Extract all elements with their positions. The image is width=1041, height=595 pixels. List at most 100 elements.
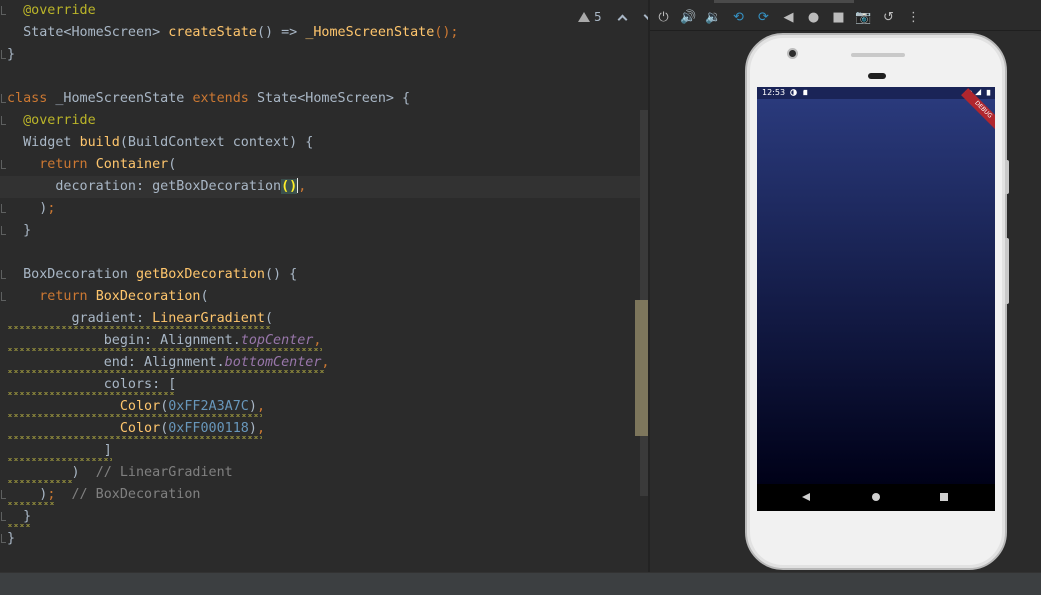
code-token: Color xyxy=(7,421,161,436)
code-line[interactable]: @override xyxy=(0,0,640,22)
fold-marker[interactable] xyxy=(1,226,6,235)
code-token: ; xyxy=(47,487,72,502)
code-line[interactable]: } xyxy=(0,506,640,528)
code-token: (); xyxy=(434,25,459,40)
code-line[interactable]: return Container( xyxy=(0,154,640,176)
code-token: BoxDecoration xyxy=(7,267,136,282)
fold-marker[interactable] xyxy=(1,50,6,59)
code-token: } xyxy=(7,509,32,524)
code-text: } xyxy=(7,220,31,242)
editor-scroll-thumb[interactable] xyxy=(635,300,648,436)
warning-icon xyxy=(578,12,590,22)
code-line[interactable]: Color(0xFF2A3A7C), xyxy=(0,396,640,418)
code-line[interactable]: ) // LinearGradient xyxy=(0,462,640,484)
code-token: bottomCenter xyxy=(224,355,322,370)
active-tab-indicator xyxy=(714,0,854,3)
screenshot-icon[interactable]: 📷 xyxy=(854,7,873,27)
code-editor[interactable]: @override State<HomeScreen> createState(… xyxy=(0,0,648,572)
code-token: ] xyxy=(7,443,112,458)
code-text: decoration: getBoxDecoration(), xyxy=(7,176,306,198)
code-text: @override xyxy=(7,0,96,22)
code-token: Container xyxy=(95,157,169,172)
nav-back-icon[interactable] xyxy=(802,493,810,501)
code-line[interactable]: colors: [ xyxy=(0,374,640,396)
volume-down-icon[interactable]: 🔉 xyxy=(704,7,723,27)
phone-frame: 12:53 DEBUG xyxy=(745,33,1007,570)
front-camera xyxy=(787,48,798,59)
code-line[interactable]: } xyxy=(0,528,640,550)
signal-icon xyxy=(975,89,982,96)
code-token: class xyxy=(7,91,56,106)
lint-underline xyxy=(7,524,30,527)
emulator-tab-strip xyxy=(650,0,1041,4)
rotate-left-icon[interactable]: ⟲ xyxy=(729,7,748,27)
fold-marker[interactable] xyxy=(1,292,6,301)
code-line[interactable]: Widget build(BuildContext context) { xyxy=(0,132,640,154)
code-token: , xyxy=(256,399,265,414)
code-text: @override xyxy=(7,110,96,132)
lint-underline xyxy=(7,502,55,505)
code-line[interactable] xyxy=(0,242,640,264)
phone-speaker xyxy=(851,53,905,57)
fold-marker[interactable] xyxy=(1,204,6,213)
code-token: } xyxy=(7,223,32,238)
code-line[interactable]: end: Alignment.bottomCenter, xyxy=(0,352,640,374)
code-line[interactable]: Color(0xFF000118), xyxy=(0,418,640,440)
android-nav-bar xyxy=(757,484,995,511)
code-line[interactable]: @override xyxy=(0,110,640,132)
fold-marker[interactable] xyxy=(1,534,6,543)
phone-power-button xyxy=(1005,160,1009,194)
lint-underline xyxy=(7,458,112,461)
rotate-right-icon[interactable]: ⟳ xyxy=(754,7,773,27)
code-line[interactable]: begin: Alignment.topCenter, xyxy=(0,330,640,352)
code-line[interactable]: } xyxy=(0,44,640,66)
code-line[interactable]: class _HomeScreenState extends State<Hom… xyxy=(0,88,640,110)
lint-underline xyxy=(7,326,270,329)
device-screen[interactable]: 12:53 DEBUG xyxy=(757,87,995,511)
code-line[interactable]: return BoxDecoration( xyxy=(0,286,640,308)
code-token: LinearGradient xyxy=(152,311,265,326)
warning-count: 5 xyxy=(594,10,602,24)
status-time: 12:53 xyxy=(762,88,786,97)
fold-marker[interactable] xyxy=(1,6,6,15)
code-line[interactable]: decoration: getBoxDecoration(), xyxy=(0,176,640,198)
back-icon[interactable]: ◀ xyxy=(779,7,798,27)
code-token: Widget xyxy=(7,135,80,150)
code-token: () => xyxy=(256,25,306,40)
fold-marker[interactable] xyxy=(1,94,6,103)
overview-icon[interactable]: ■ xyxy=(829,7,848,27)
code-line[interactable]: BoxDecoration getBoxDecoration() { xyxy=(0,264,640,286)
lint-underline xyxy=(7,348,322,351)
fold-marker[interactable] xyxy=(1,116,6,125)
power-icon[interactable]: ⏻ xyxy=(654,7,673,27)
code-token: // BoxDecoration xyxy=(71,487,201,502)
code-text: BoxDecoration getBoxDecoration() { xyxy=(7,264,297,286)
code-token: } xyxy=(7,47,16,62)
more-icon[interactable]: ⋮ xyxy=(904,7,923,27)
code-line[interactable] xyxy=(0,66,640,88)
code-token: State<HomeScreen> { xyxy=(256,91,411,106)
code-line[interactable]: ); // BoxDecoration xyxy=(0,484,640,506)
fold-marker[interactable] xyxy=(1,160,6,169)
code-token: BoxDecoration xyxy=(95,289,201,304)
android-status-bar: 12:53 xyxy=(757,87,995,99)
nav-recents-icon[interactable] xyxy=(940,493,948,501)
code-token: , xyxy=(321,355,330,370)
fold-marker[interactable] xyxy=(1,512,6,521)
inspection-widget[interactable]: 5 xyxy=(578,8,648,26)
previous-highlight-button[interactable] xyxy=(616,10,630,24)
fold-marker[interactable] xyxy=(1,490,6,499)
code-line[interactable]: ] xyxy=(0,440,640,462)
code-line[interactable]: } xyxy=(0,220,640,242)
emulator-toolbar: ⏻ 🔊 🔉 ⟲ ⟳ ◀ ● ■ 📷 ↺ ⋮ xyxy=(654,6,923,28)
code-text: ); xyxy=(7,198,55,220)
code-line[interactable]: State<HomeScreen> createState() => _Home… xyxy=(0,22,640,44)
nav-home-icon[interactable] xyxy=(872,493,880,501)
restore-icon[interactable]: ↺ xyxy=(879,7,898,27)
gradient-container[interactable]: DEBUG xyxy=(757,88,995,484)
home-icon[interactable]: ● xyxy=(804,7,823,27)
code-line[interactable]: gradient: LinearGradient( xyxy=(0,308,640,330)
volume-up-icon[interactable]: 🔊 xyxy=(679,7,698,27)
code-line[interactable]: ); xyxy=(0,198,640,220)
fold-marker[interactable] xyxy=(1,270,6,279)
